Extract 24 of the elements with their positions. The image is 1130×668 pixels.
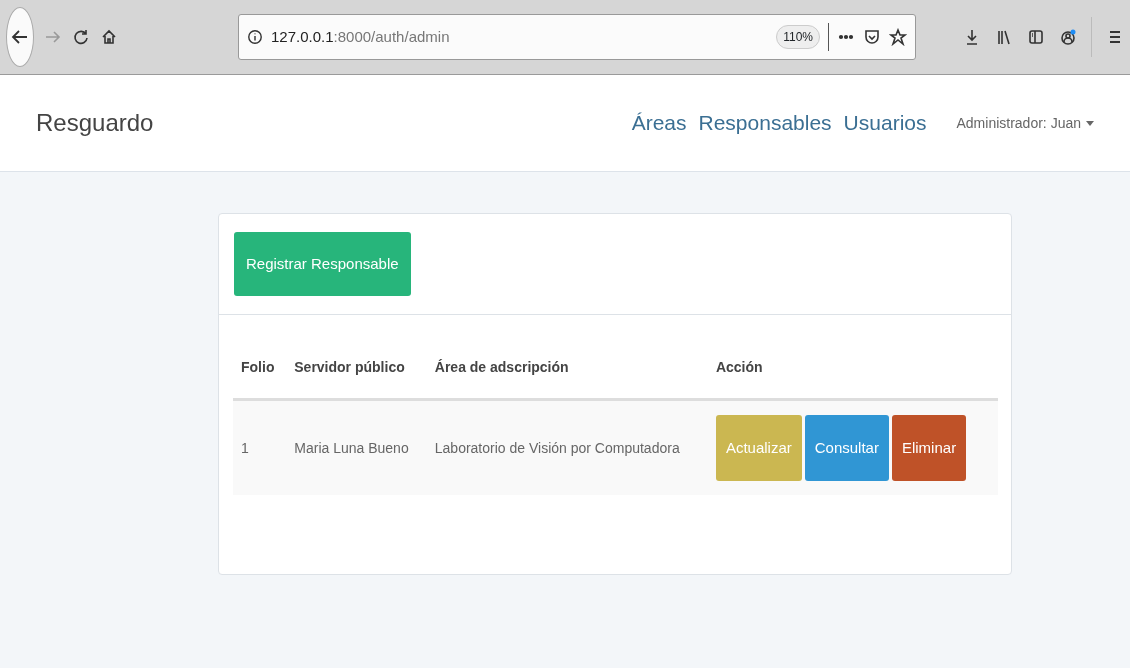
home-icon[interactable] [100,28,118,46]
caret-icon [1086,121,1094,127]
nav-link[interactable]: Usuarios [843,107,927,139]
zoom-level[interactable]: 110% [776,25,820,49]
user-menu[interactable]: Administrador: Juan [956,112,1094,134]
sidebar-icon[interactable] [1027,28,1045,46]
url-text: 127.0.0.1:8000/auth/admin [271,26,450,47]
back-arrow-icon [11,28,29,46]
brand-link[interactable]: Resguardo [36,105,154,141]
view-button[interactable]: Consultar [804,415,889,481]
table-cell: 1 [233,399,287,495]
shield-icon[interactable] [863,28,881,46]
info-icon [247,29,263,45]
table-cell: Maria Luna Bueno [286,399,427,495]
nav-link[interactable]: Responsables [698,107,832,139]
reload-icon[interactable] [72,28,90,46]
back-button[interactable] [6,7,34,67]
delete-button[interactable]: Eliminar [891,415,967,481]
account-icon[interactable] [1059,28,1077,46]
address-bar[interactable]: 127.0.0.1:8000/auth/admin 110% [238,14,916,60]
library-icon[interactable] [995,28,1013,46]
table-cell: Laboratorio de Visión por Computadora [426,399,708,495]
star-icon[interactable] [889,28,907,46]
nav-link[interactable]: Áreas [631,107,687,139]
